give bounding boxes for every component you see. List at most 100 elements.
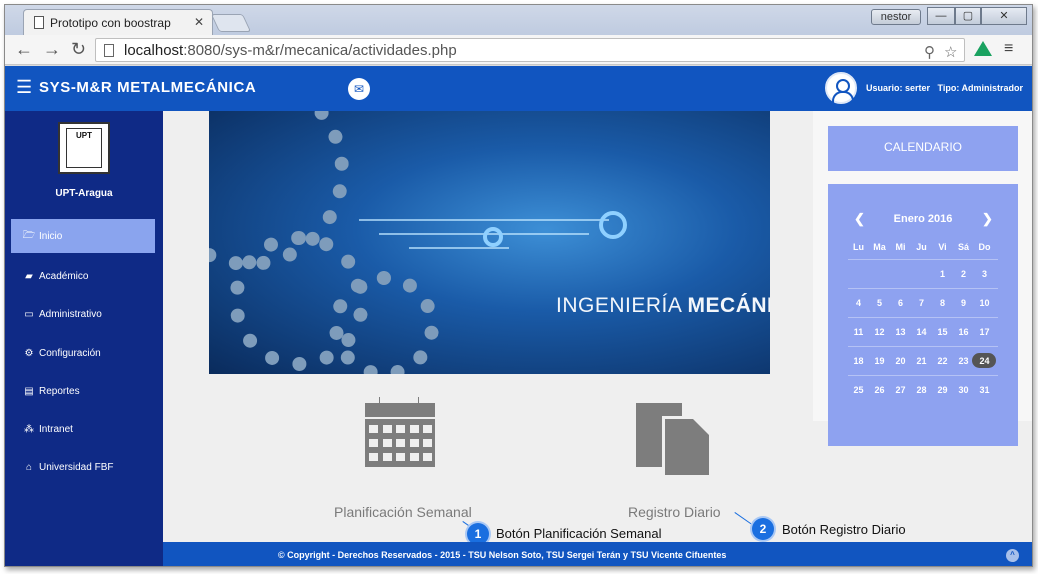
calendar-day[interactable]: 4: [848, 298, 869, 308]
calendar-day[interactable]: 8: [932, 298, 953, 308]
new-tab-button[interactable]: [210, 14, 252, 32]
back-icon[interactable]: ←: [15, 39, 33, 60]
minimize-button[interactable]: —: [927, 7, 955, 25]
light-node: [599, 211, 627, 239]
sidebar-item-configuracion[interactable]: ⚙ Configuración: [11, 336, 155, 370]
url-path: :8080/sys-m&r/mecanica/actividades.php: [183, 42, 457, 59]
callout-badge: 2: [752, 518, 774, 540]
folder-open-icon: 🗁: [22, 229, 36, 241]
calendar-day[interactable]: 20: [890, 356, 911, 366]
star-icon[interactable]: ☆: [944, 43, 957, 61]
calendar-day[interactable]: 22: [932, 356, 953, 366]
calendar-day[interactable]: 12: [869, 327, 890, 337]
browser-tab[interactable]: Prototipo con boostrap ✕: [23, 9, 213, 35]
menu-bars-icon[interactable]: ☰: [16, 77, 32, 98]
calendar-day[interactable]: 11: [848, 327, 869, 337]
institution-icon: ⌂: [25, 461, 33, 473]
calendar-day[interactable]: 28: [911, 385, 932, 395]
calendar-icon-cell: [409, 425, 419, 433]
calendar-day[interactable]: 16: [953, 327, 974, 337]
address-bar[interactable]: localhost:8080/sys-m&r/mecanica/activida…: [95, 38, 965, 62]
calendar-icon-cell: [409, 439, 419, 447]
tab-title: Prototipo con boostrap: [50, 16, 171, 30]
calendar-day[interactable]: 13: [890, 327, 911, 337]
hero-banner: INGENIERÍA MECÁNICA: [209, 111, 770, 374]
drive-icon[interactable]: [974, 41, 992, 56]
browser-toolbar: ← → ↻ localhost:8080/sys-m&r/mecanica/ac…: [5, 35, 1032, 65]
sidebar-item-administrativo[interactable]: ▭ Administrativo: [11, 297, 155, 331]
calendar-day[interactable]: 10: [974, 298, 995, 308]
calendar-day[interactable]: 18: [848, 356, 869, 366]
sidebar-item-intranet[interactable]: ⁂ Intranet: [11, 412, 155, 446]
calendar-week-row: 25 26 27 28 29 30 31: [848, 375, 998, 395]
menu-icon[interactable]: ≡: [1004, 40, 1013, 58]
calendar-icon-cell: [382, 453, 392, 461]
sidebar-item-universidad-fbf[interactable]: ⌂ Universidad FBF: [11, 450, 155, 484]
calendar-day[interactable]: 29: [932, 385, 953, 395]
user-info: Usuario: serter Tipo: Administrador: [866, 83, 1023, 93]
monitor-icon: ▭: [24, 308, 34, 320]
banner-caption: INGENIERÍA MECÁNICA: [556, 294, 770, 318]
zoom-icon[interactable]: ⚲: [924, 43, 935, 61]
org-name: UPT-Aragua: [55, 188, 113, 199]
calendar-panel: CALENDARIO ❮ Enero 2016 ❯ Lu Ma Mi Ju Vi Sá Do…: [813, 111, 1032, 446]
calendar-day[interactable]: 14: [911, 327, 932, 337]
book-icon: ▰: [25, 270, 33, 282]
app: ☰ SYS-M&R METALMECÁNICA ✉ Usuario: serte…: [5, 66, 1032, 566]
next-month-icon[interactable]: ❯: [982, 211, 993, 227]
calendar-icon-cell: [396, 439, 405, 447]
calendar-day[interactable]: 7: [911, 298, 932, 308]
calendar-day[interactable]: 17: [974, 327, 995, 337]
light-line: [359, 219, 609, 221]
calendar-day[interactable]: 26: [869, 385, 890, 395]
calendar-day[interactable]: 2: [953, 269, 974, 279]
calendar-day[interactable]: 5: [869, 298, 890, 308]
user-label: Usuario: serter: [866, 83, 931, 93]
calendar-icon-cell: [396, 453, 405, 461]
planificacion-semanal-button[interactable]: Planificación Semanal: [334, 504, 472, 520]
sidebar-item-label: Universidad FBF: [39, 461, 114, 473]
calendar-day[interactable]: 24: [972, 353, 996, 368]
tab-strip: Prototipo con boostrap ✕ nestor — ▢ ✕: [5, 5, 1032, 35]
tab-close-icon[interactable]: ✕: [194, 15, 204, 29]
calendar-icon-cell: [423, 453, 432, 461]
copyright-text: © Copyright - Derechos Reservados - 2015…: [278, 550, 727, 560]
sidebar: UPT UPT-Aragua 🗁 Inicio ▰ Académico ▭ Ad…: [5, 111, 163, 566]
calendar-weekday: Do: [978, 242, 991, 252]
calendar-widget: ❮ Enero 2016 ❯ Lu Ma Mi Ju Vi Sá Do 1 2 3 4 5 6 7 8 9 10…: [828, 184, 1018, 446]
page-favicon-icon: [34, 16, 44, 29]
page-icon: [104, 44, 114, 57]
calendar-day[interactable]: 21: [911, 356, 932, 366]
sidebar-item-reportes[interactable]: ▤ Reportes: [11, 374, 155, 408]
calendar-day[interactable]: 15: [932, 327, 953, 337]
calendar-day[interactable]: 6: [890, 298, 911, 308]
callout-label: Botón Registro Diario: [782, 522, 906, 537]
light-node: [483, 227, 503, 247]
maximize-button[interactable]: ▢: [955, 7, 981, 25]
scroll-top-icon[interactable]: ^: [1006, 549, 1019, 562]
sidebar-item-label: Reportes: [39, 385, 80, 397]
registro-diario-button[interactable]: Registro Diario: [628, 504, 721, 520]
calendar-day[interactable]: 3: [974, 269, 995, 279]
profile-badge[interactable]: nestor: [871, 9, 921, 25]
calendar-icon[interactable]: [365, 395, 435, 467]
reload-icon[interactable]: ↻: [71, 39, 86, 60]
documents-icon[interactable]: [636, 403, 714, 480]
calendar-day[interactable]: 31: [974, 385, 995, 395]
calendar-day[interactable]: 27: [890, 385, 911, 395]
calendar-day[interactable]: 23: [953, 356, 974, 366]
sidebar-item-label: Intranet: [39, 423, 73, 435]
url-text: localhost:8080/sys-m&r/mecanica/activida…: [124, 42, 457, 59]
calendar-day[interactable]: 30: [953, 385, 974, 395]
calendar-day[interactable]: 9: [953, 298, 974, 308]
sidebar-item-academico[interactable]: ▰ Académico: [11, 259, 155, 293]
forward-icon[interactable]: →: [43, 39, 61, 60]
mail-icon[interactable]: ✉: [348, 78, 370, 100]
close-window-button[interactable]: ✕: [981, 7, 1027, 25]
sidebar-item-inicio[interactable]: 🗁 Inicio: [11, 219, 155, 253]
user-avatar-icon[interactable]: [825, 72, 857, 104]
role-label: Tipo: Administrador: [937, 83, 1024, 93]
calendar-day[interactable]: 19: [869, 356, 890, 366]
calendar-day[interactable]: 25: [848, 385, 869, 395]
calendar-day[interactable]: 1: [932, 269, 953, 279]
